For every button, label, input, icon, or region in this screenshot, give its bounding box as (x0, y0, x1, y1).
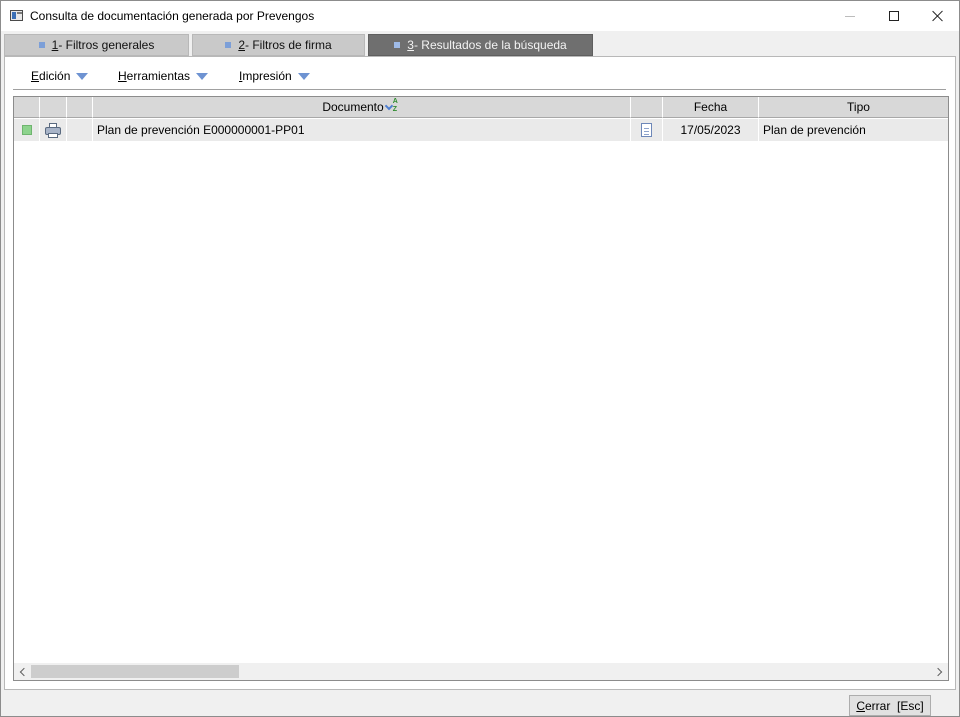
menu-label: dición (39, 69, 71, 83)
horizontal-scrollbar[interactable] (14, 663, 948, 680)
main-window: Consulta de documentación generada por P… (0, 0, 960, 717)
header-blank-column[interactable] (67, 97, 93, 118)
menu-accelerator: E (31, 69, 40, 83)
printer-icon (44, 122, 62, 138)
tab-label: - Filtros generales (58, 38, 155, 52)
close-window-button[interactable] (915, 1, 960, 31)
grid-header: Documento A Z Fecha Tipo (14, 97, 948, 118)
tab-number: 1 (51, 38, 59, 52)
row-tipo-cell: Plan de prevención (759, 119, 948, 141)
cerrar-button[interactable]: Cerrar [Esc] (849, 695, 931, 716)
row-documento-cell: Plan de prevención E000000001-PP01 (93, 119, 631, 141)
results-grid: Documento A Z Fecha Tipo Plan de prevenc… (13, 96, 949, 681)
maximize-button[interactable] (871, 1, 917, 31)
sort-ascending-icon: A Z (384, 98, 401, 115)
row-print-cell[interactable] (40, 119, 67, 141)
header-tipo[interactable]: Tipo (759, 97, 948, 118)
sort-arrow (384, 101, 393, 111)
tab-bullet-icon (394, 42, 401, 48)
tab-label: - Resultados de la búsqueda (413, 38, 567, 52)
menu-label: erramientas (126, 69, 191, 83)
header-fecha[interactable]: Fecha (663, 97, 759, 118)
tab-number: 2 (238, 38, 245, 52)
document-icon (641, 123, 652, 137)
minimize-button[interactable] (827, 1, 873, 31)
dropdown-arrow-icon (76, 73, 89, 80)
menu-label: mpresión (242, 69, 292, 83)
header-label: Tipo (847, 100, 870, 114)
row-fecha-cell: 17/05/2023 (663, 119, 759, 141)
results-panel: Edición Herramientas Impresión Documento (4, 56, 956, 690)
chevron-left-icon (19, 667, 29, 676)
menu-herramientas[interactable]: Herramientas (118, 67, 209, 85)
scroll-thumb[interactable] (31, 665, 239, 678)
status-green-icon (21, 125, 32, 135)
tab-label: - Filtros de firma (245, 38, 332, 52)
header-status-column[interactable] (14, 97, 40, 118)
tab-resultados-de-la-busqueda[interactable]: 3 - Resultados de la búsqueda (368, 34, 593, 56)
menu-edicion[interactable]: Edición (31, 67, 89, 85)
dropdown-arrow-icon (196, 73, 209, 80)
tab-bullet-icon (38, 42, 45, 48)
header-label: Fecha (693, 100, 728, 114)
scroll-right-button[interactable] (931, 663, 948, 680)
sort-az-label: A Z (392, 98, 398, 113)
tab-number: 3 (407, 38, 414, 52)
app-window-icon (10, 10, 23, 21)
button-label: errar [Esc] (864, 698, 924, 713)
title-bar: Consulta de documentación generada por P… (1, 1, 959, 31)
menu-separator (13, 89, 946, 91)
table-row[interactable]: Plan de prevención E000000001-PP01 17/05… (14, 119, 948, 141)
header-file-column[interactable] (631, 97, 663, 118)
scroll-left-button[interactable] (14, 663, 31, 680)
window-title: Consulta de documentación generada por P… (30, 9, 315, 23)
button-accelerator: C (856, 698, 865, 713)
maximize-icon (889, 11, 899, 21)
tab-bullet-icon (225, 42, 232, 48)
row-status-cell (14, 119, 40, 141)
chevron-right-icon (933, 667, 943, 676)
tab-filtros-de-firma[interactable]: 2 - Filtros de firma (192, 34, 365, 56)
header-documento[interactable]: Documento A Z (93, 97, 631, 118)
row-blank-cell (67, 119, 93, 141)
row-file-cell[interactable] (631, 119, 663, 141)
header-label: Documento (322, 100, 384, 114)
close-icon (932, 10, 944, 22)
dropdown-arrow-icon (297, 73, 310, 80)
header-print-column[interactable] (40, 97, 67, 118)
minimize-icon (845, 15, 855, 17)
tab-filtros-generales[interactable]: 1 - Filtros generales (4, 34, 189, 56)
menu-impresion[interactable]: Impresión (239, 67, 310, 85)
menu-accelerator: H (118, 69, 127, 83)
